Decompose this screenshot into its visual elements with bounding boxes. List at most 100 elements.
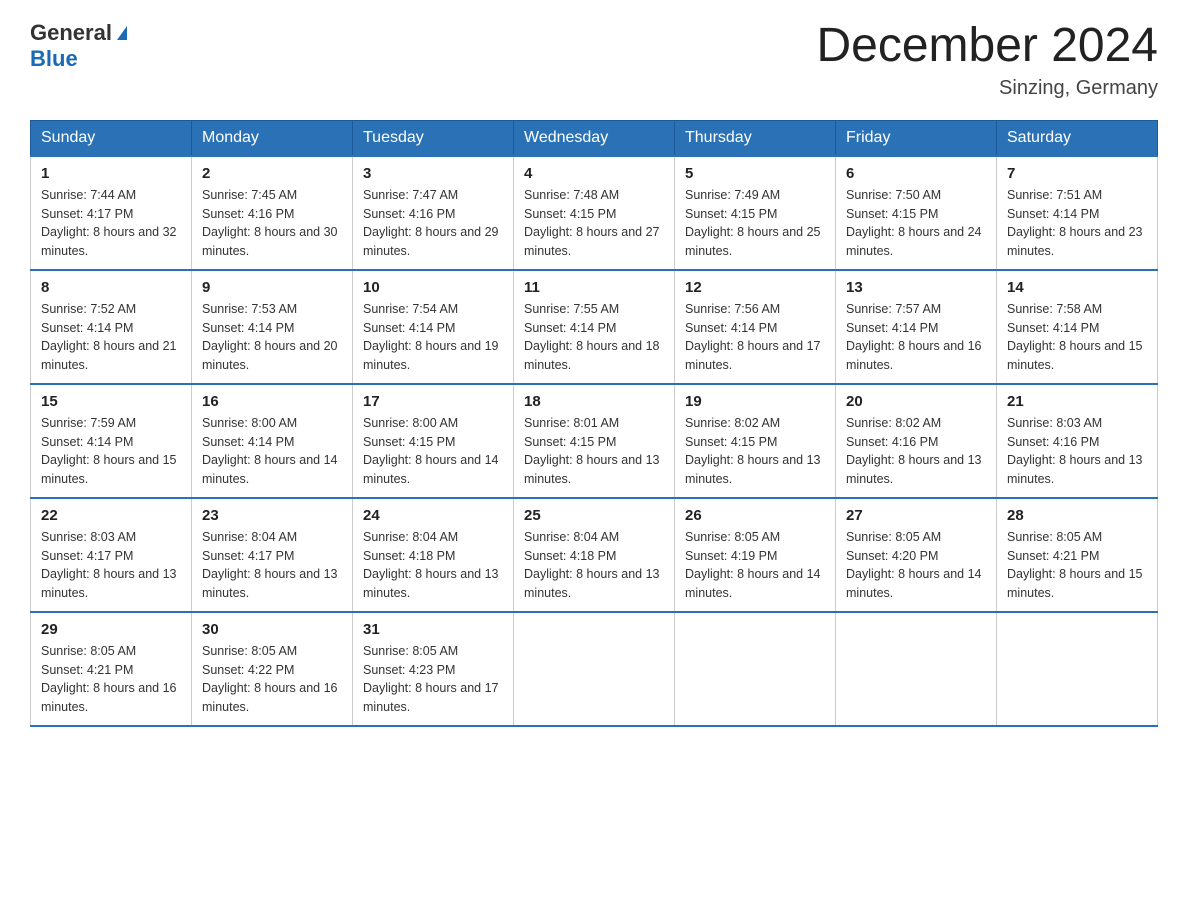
day-number: 24 <box>363 507 503 524</box>
day-info: Sunrise: 7:50 AM Sunset: 4:15 PM Dayligh… <box>846 186 986 261</box>
day-number: 30 <box>202 621 342 638</box>
calendar-table: Sunday Monday Tuesday Wednesday Thursday… <box>30 120 1158 727</box>
calendar-cell: 12 Sunrise: 7:56 AM Sunset: 4:14 PM Dayl… <box>675 270 836 384</box>
calendar-cell: 23 Sunrise: 8:04 AM Sunset: 4:17 PM Dayl… <box>192 498 353 612</box>
week-row-5: 29 Sunrise: 8:05 AM Sunset: 4:21 PM Dayl… <box>31 612 1158 726</box>
day-info: Sunrise: 7:57 AM Sunset: 4:14 PM Dayligh… <box>846 300 986 375</box>
day-number: 13 <box>846 279 986 296</box>
day-number: 7 <box>1007 165 1147 182</box>
day-info: Sunrise: 7:51 AM Sunset: 4:14 PM Dayligh… <box>1007 186 1147 261</box>
day-number: 17 <box>363 393 503 410</box>
calendar-cell: 25 Sunrise: 8:04 AM Sunset: 4:18 PM Dayl… <box>514 498 675 612</box>
calendar-cell: 31 Sunrise: 8:05 AM Sunset: 4:23 PM Dayl… <box>353 612 514 726</box>
day-info: Sunrise: 8:05 AM Sunset: 4:20 PM Dayligh… <box>846 528 986 603</box>
logo-general: General <box>30 20 112 46</box>
day-info: Sunrise: 8:02 AM Sunset: 4:16 PM Dayligh… <box>846 414 986 489</box>
day-info: Sunrise: 7:52 AM Sunset: 4:14 PM Dayligh… <box>41 300 181 375</box>
day-number: 26 <box>685 507 825 524</box>
calendar-header: Sunday Monday Tuesday Wednesday Thursday… <box>31 120 1158 156</box>
day-number: 3 <box>363 165 503 182</box>
day-number: 19 <box>685 393 825 410</box>
calendar-cell: 13 Sunrise: 7:57 AM Sunset: 4:14 PM Dayl… <box>836 270 997 384</box>
day-info: Sunrise: 8:03 AM Sunset: 4:16 PM Dayligh… <box>1007 414 1147 489</box>
header-monday: Monday <box>192 120 353 156</box>
day-number: 21 <box>1007 393 1147 410</box>
calendar-cell: 4 Sunrise: 7:48 AM Sunset: 4:15 PM Dayli… <box>514 156 675 270</box>
day-info: Sunrise: 8:02 AM Sunset: 4:15 PM Dayligh… <box>685 414 825 489</box>
calendar-cell: 22 Sunrise: 8:03 AM Sunset: 4:17 PM Dayl… <box>31 498 192 612</box>
day-number: 20 <box>846 393 986 410</box>
month-title: December 2024 <box>816 20 1158 73</box>
day-info: Sunrise: 7:53 AM Sunset: 4:14 PM Dayligh… <box>202 300 342 375</box>
day-number: 11 <box>524 279 664 296</box>
header-wednesday: Wednesday <box>514 120 675 156</box>
day-info: Sunrise: 7:58 AM Sunset: 4:14 PM Dayligh… <box>1007 300 1147 375</box>
calendar-cell: 16 Sunrise: 8:00 AM Sunset: 4:14 PM Dayl… <box>192 384 353 498</box>
day-info: Sunrise: 8:00 AM Sunset: 4:14 PM Dayligh… <box>202 414 342 489</box>
calendar-cell: 9 Sunrise: 7:53 AM Sunset: 4:14 PM Dayli… <box>192 270 353 384</box>
day-number: 14 <box>1007 279 1147 296</box>
header-friday: Friday <box>836 120 997 156</box>
calendar-cell: 28 Sunrise: 8:05 AM Sunset: 4:21 PM Dayl… <box>997 498 1158 612</box>
day-number: 9 <box>202 279 342 296</box>
day-number: 10 <box>363 279 503 296</box>
calendar-cell <box>514 612 675 726</box>
week-row-3: 15 Sunrise: 7:59 AM Sunset: 4:14 PM Dayl… <box>31 384 1158 498</box>
day-info: Sunrise: 7:49 AM Sunset: 4:15 PM Dayligh… <box>685 186 825 261</box>
day-number: 6 <box>846 165 986 182</box>
header-saturday: Saturday <box>997 120 1158 156</box>
calendar-cell: 29 Sunrise: 8:05 AM Sunset: 4:21 PM Dayl… <box>31 612 192 726</box>
day-info: Sunrise: 8:05 AM Sunset: 4:22 PM Dayligh… <box>202 642 342 717</box>
calendar-cell: 8 Sunrise: 7:52 AM Sunset: 4:14 PM Dayli… <box>31 270 192 384</box>
day-info: Sunrise: 8:04 AM Sunset: 4:18 PM Dayligh… <box>524 528 664 603</box>
calendar-cell: 11 Sunrise: 7:55 AM Sunset: 4:14 PM Dayl… <box>514 270 675 384</box>
day-info: Sunrise: 8:05 AM Sunset: 4:23 PM Dayligh… <box>363 642 503 717</box>
header-thursday: Thursday <box>675 120 836 156</box>
day-number: 12 <box>685 279 825 296</box>
day-number: 16 <box>202 393 342 410</box>
title-section: December 2024 Sinzing, Germany <box>816 20 1158 100</box>
calendar-cell: 6 Sunrise: 7:50 AM Sunset: 4:15 PM Dayli… <box>836 156 997 270</box>
day-number: 29 <box>41 621 181 638</box>
calendar-cell: 1 Sunrise: 7:44 AM Sunset: 4:17 PM Dayli… <box>31 156 192 270</box>
calendar-cell: 7 Sunrise: 7:51 AM Sunset: 4:14 PM Dayli… <box>997 156 1158 270</box>
header-sunday: Sunday <box>31 120 192 156</box>
day-number: 22 <box>41 507 181 524</box>
day-info: Sunrise: 7:47 AM Sunset: 4:16 PM Dayligh… <box>363 186 503 261</box>
calendar-cell: 30 Sunrise: 8:05 AM Sunset: 4:22 PM Dayl… <box>192 612 353 726</box>
day-info: Sunrise: 8:05 AM Sunset: 4:21 PM Dayligh… <box>41 642 181 717</box>
calendar-body: 1 Sunrise: 7:44 AM Sunset: 4:17 PM Dayli… <box>31 156 1158 726</box>
day-info: Sunrise: 8:05 AM Sunset: 4:19 PM Dayligh… <box>685 528 825 603</box>
day-info: Sunrise: 8:04 AM Sunset: 4:17 PM Dayligh… <box>202 528 342 603</box>
calendar-cell: 27 Sunrise: 8:05 AM Sunset: 4:20 PM Dayl… <box>836 498 997 612</box>
header-tuesday: Tuesday <box>353 120 514 156</box>
location: Sinzing, Germany <box>816 77 1158 100</box>
calendar-cell: 14 Sunrise: 7:58 AM Sunset: 4:14 PM Dayl… <box>997 270 1158 384</box>
day-info: Sunrise: 7:59 AM Sunset: 4:14 PM Dayligh… <box>41 414 181 489</box>
day-info: Sunrise: 7:48 AM Sunset: 4:15 PM Dayligh… <box>524 186 664 261</box>
day-number: 27 <box>846 507 986 524</box>
day-number: 8 <box>41 279 181 296</box>
calendar-cell: 15 Sunrise: 7:59 AM Sunset: 4:14 PM Dayl… <box>31 384 192 498</box>
header-row: Sunday Monday Tuesday Wednesday Thursday… <box>31 120 1158 156</box>
calendar-cell: 20 Sunrise: 8:02 AM Sunset: 4:16 PM Dayl… <box>836 384 997 498</box>
day-number: 28 <box>1007 507 1147 524</box>
calendar-cell: 5 Sunrise: 7:49 AM Sunset: 4:15 PM Dayli… <box>675 156 836 270</box>
calendar-cell: 21 Sunrise: 8:03 AM Sunset: 4:16 PM Dayl… <box>997 384 1158 498</box>
week-row-2: 8 Sunrise: 7:52 AM Sunset: 4:14 PM Dayli… <box>31 270 1158 384</box>
logo-triangle-icon <box>117 26 127 40</box>
calendar-cell: 18 Sunrise: 8:01 AM Sunset: 4:15 PM Dayl… <box>514 384 675 498</box>
logo-blue: Blue <box>30 46 127 72</box>
calendar-cell: 2 Sunrise: 7:45 AM Sunset: 4:16 PM Dayli… <box>192 156 353 270</box>
calendar-cell <box>997 612 1158 726</box>
calendar-cell: 10 Sunrise: 7:54 AM Sunset: 4:14 PM Dayl… <box>353 270 514 384</box>
calendar-cell: 3 Sunrise: 7:47 AM Sunset: 4:16 PM Dayli… <box>353 156 514 270</box>
calendar-cell: 19 Sunrise: 8:02 AM Sunset: 4:15 PM Dayl… <box>675 384 836 498</box>
day-info: Sunrise: 8:00 AM Sunset: 4:15 PM Dayligh… <box>363 414 503 489</box>
calendar-cell <box>675 612 836 726</box>
day-info: Sunrise: 7:56 AM Sunset: 4:14 PM Dayligh… <box>685 300 825 375</box>
day-info: Sunrise: 8:05 AM Sunset: 4:21 PM Dayligh… <box>1007 528 1147 603</box>
day-number: 31 <box>363 621 503 638</box>
week-row-4: 22 Sunrise: 8:03 AM Sunset: 4:17 PM Dayl… <box>31 498 1158 612</box>
calendar-cell <box>836 612 997 726</box>
